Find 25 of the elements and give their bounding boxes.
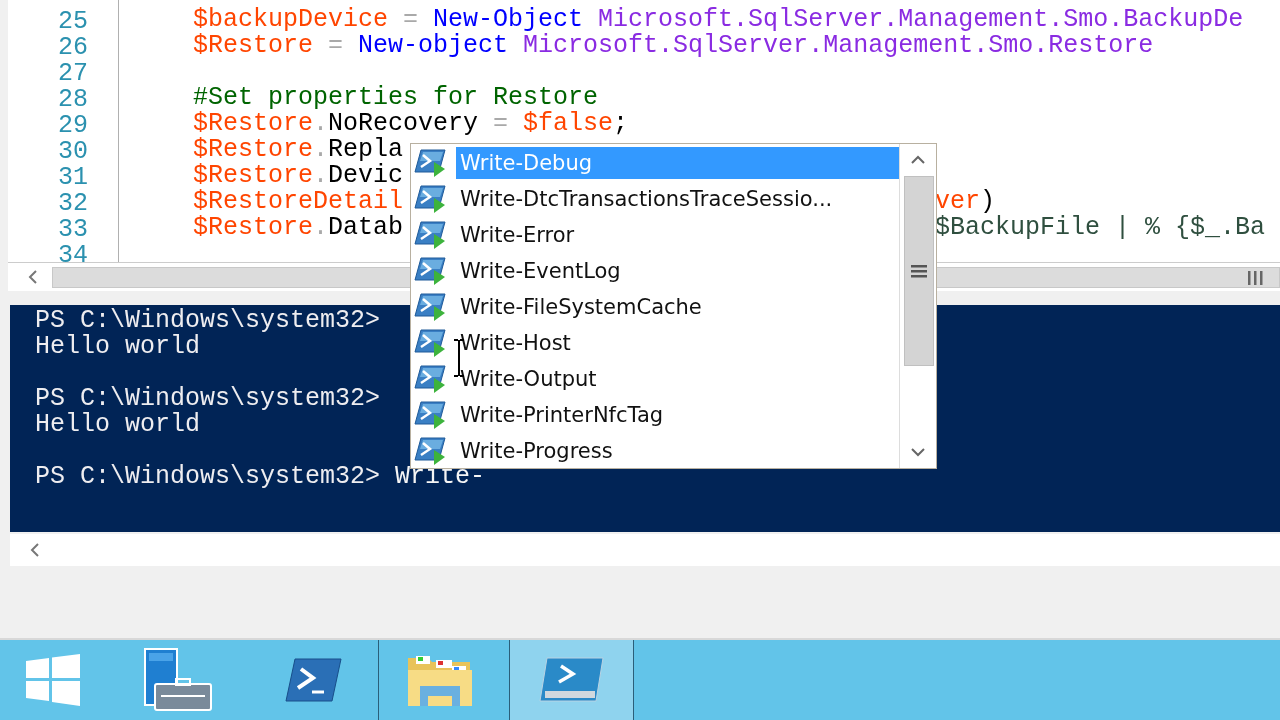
line-number: 29 [57, 111, 89, 137]
prompt-text: PS C:\Windows\system32> [35, 306, 381, 335]
code-line: $Restore = New-object Microsoft.SqlServer.Management.Smo.Restore [193, 33, 1154, 59]
code-line: $Restore.NoRecovery = $false; [193, 111, 629, 137]
line-number: 32 [57, 189, 89, 215]
code-line: $backupDevice = New-Object Microsoft.SqlServer.Management.Smo.BackupDe [193, 7, 1244, 33]
line-number: 33 [57, 215, 89, 241]
line-number: 31 [57, 163, 89, 189]
code-line: #Set properties for Restore [193, 85, 599, 111]
code-text: ver) [935, 189, 996, 215]
code-text: $BackupFile | % {$_.Ba [935, 215, 1266, 241]
line-number: 27 [57, 59, 89, 85]
line-number: 34 [57, 241, 89, 262]
code-line: $Restore.Repla [193, 137, 404, 163]
output-text: Hello world [35, 410, 201, 439]
line-number: 30 [57, 137, 89, 163]
output-text: Hello world [35, 332, 201, 361]
line-number: 28 [57, 85, 89, 111]
line-number: 25 [57, 7, 89, 33]
prompt-text: PS C:\Windows\system32> [35, 462, 381, 491]
code-line: $RestoreDetail [193, 189, 404, 215]
prompt-text: PS C:\Windows\system32> [35, 384, 381, 413]
code-line: $Restore.Datab [193, 215, 404, 241]
code-line: $Restore.Devic [193, 163, 404, 189]
line-number: 26 [57, 33, 89, 59]
